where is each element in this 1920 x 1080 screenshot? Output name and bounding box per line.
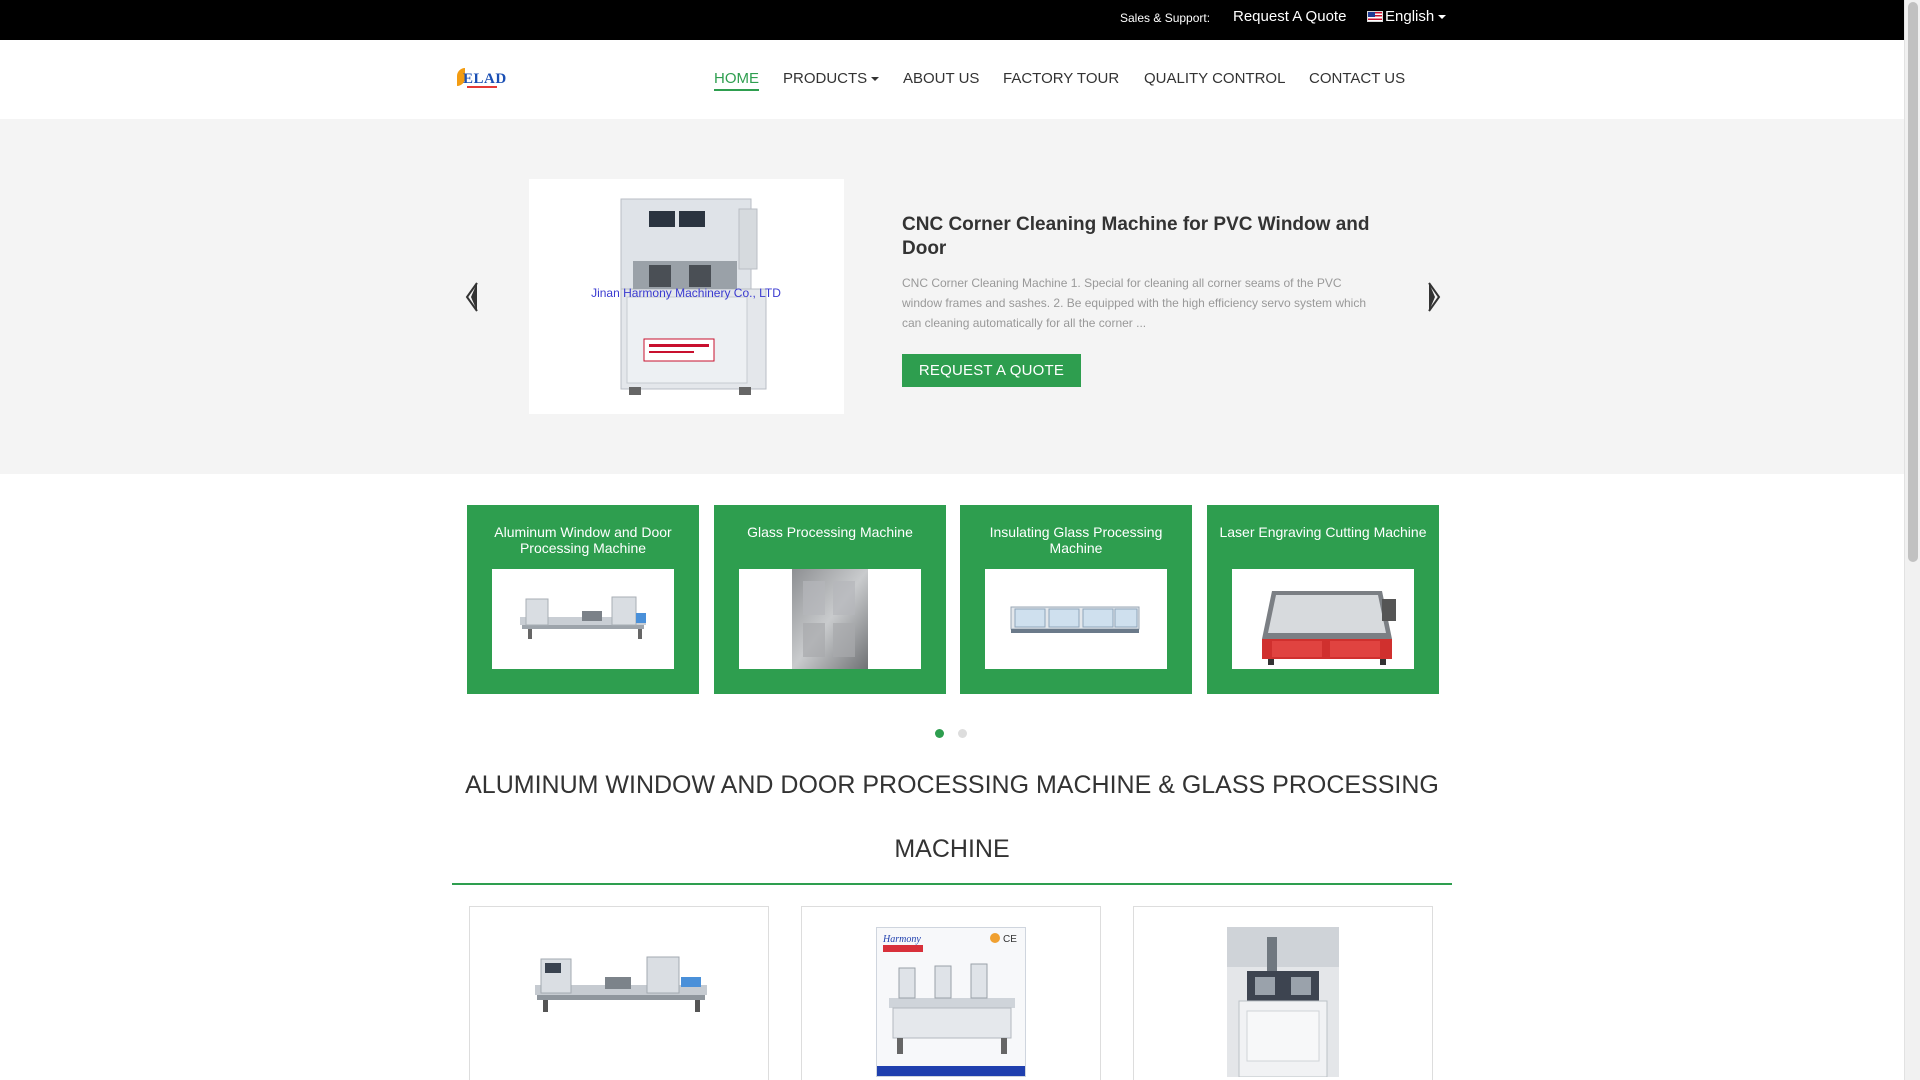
product-image — [525, 947, 715, 1027]
product-image — [1227, 927, 1339, 1077]
hero-description: CNC Corner Cleaning Machine 1. Special f… — [902, 276, 1367, 330]
language-label: English — [1385, 8, 1435, 25]
category-carousel: Aluminum Window and Door Processing Mach… — [0, 505, 1904, 694]
category-card-aluminum-window-door[interactable]: Aluminum Window and Door Processing Mach… — [467, 505, 699, 694]
category-title: Laser Engraving Cutting Machine — [1219, 524, 1427, 540]
chevron-down-icon — [1438, 14, 1447, 19]
hero-title[interactable]: CNC Corner Cleaning Machine for PVC Wind… — [902, 213, 1392, 261]
scrollbar-thumb[interactable] — [1908, 2, 1918, 562]
category-card-insulating-glass[interactable]: Insulating Glass Processing Machine — [960, 505, 1192, 694]
nav-factory-tour[interactable]: FACTORY TOUR — [1003, 70, 1119, 87]
nav-products[interactable]: PRODUCTS — [783, 70, 880, 87]
nav-home[interactable]: HOME — [714, 70, 759, 91]
sales-support-label: Sales & Support: — [1120, 11, 1211, 25]
top-bar: Sales & Support: Request A Quote English — [0, 0, 1904, 40]
category-title: Glass Processing Machine — [747, 524, 913, 540]
slider-next-arrow-icon[interactable] — [1422, 279, 1444, 315]
product-card-1[interactable] — [469, 906, 769, 1080]
product-card-3[interactable] — [1133, 906, 1433, 1080]
category-card-glass-processing[interactable]: Glass Processing Machine — [714, 505, 946, 694]
page: Sales & Support: Request A Quote English… — [0, 0, 1920, 1080]
slider-prev-arrow-icon[interactable] — [462, 279, 484, 315]
request-quote-link[interactable]: Request A Quote — [1233, 8, 1346, 25]
carousel-dots — [935, 729, 975, 739]
section-divider — [452, 883, 1452, 885]
carousel-dot-1[interactable] — [935, 729, 944, 738]
nav-quality-control[interactable]: QUALITY CONTROL — [1144, 70, 1285, 87]
cnc-corner-cleaning-machine-image: Jinan Harmony Machinery Co., LTD — [529, 179, 844, 414]
carousel-dot-2[interactable] — [958, 729, 967, 738]
section-title: ALUMINUM WINDOW AND DOOR PROCESSING MACH… — [465, 771, 1439, 863]
language-selector[interactable]: English — [1367, 8, 1447, 25]
viewport: Sales & Support: Request A Quote English… — [0, 0, 1904, 1080]
hero-slider: Jinan Harmony Machinery Co., LTD CNC Cor… — [0, 119, 1904, 474]
hero-image-caption: Jinan Harmony Machinery Co., LTD — [591, 286, 781, 300]
us-flag-icon — [1367, 11, 1383, 22]
product-image: Harmony CE — [876, 927, 1026, 1077]
category-image — [739, 569, 921, 669]
nav-about-us[interactable]: ABOUT US — [903, 70, 979, 87]
nav-products-label: PRODUCTS — [783, 70, 868, 87]
site-header: ELAD HOME PRODUCTS ABOUT US FACTORY TOUR… — [0, 40, 1904, 119]
hero-product-image[interactable]: Jinan Harmony Machinery Co., LTD — [529, 179, 844, 414]
product-card-2[interactable]: Harmony CE — [801, 906, 1101, 1080]
main-nav: HOME PRODUCTS ABOUT US FACTORY TOUR QUAL… — [0, 70, 1904, 94]
category-image — [985, 569, 1167, 669]
product-grid: Harmony CE — [0, 906, 1904, 1080]
category-title: Insulating Glass Processing Machine — [989, 524, 1163, 556]
category-title: Aluminum Window and Door Processing Mach… — [494, 524, 672, 556]
page-scrollbar[interactable] — [1904, 0, 1920, 1080]
ce-mark: CE — [1003, 934, 1017, 945]
category-image — [1232, 569, 1414, 669]
chevron-down-icon — [871, 76, 880, 81]
category-image — [492, 569, 674, 669]
category-card-laser-engraving[interactable]: Laser Engraving Cutting Machine — [1207, 505, 1439, 694]
brand-watermark: Harmony — [882, 934, 921, 945]
nav-contact-us[interactable]: CONTACT US — [1309, 70, 1405, 87]
request-a-quote-button[interactable]: REQUEST A QUOTE — [902, 354, 1081, 387]
